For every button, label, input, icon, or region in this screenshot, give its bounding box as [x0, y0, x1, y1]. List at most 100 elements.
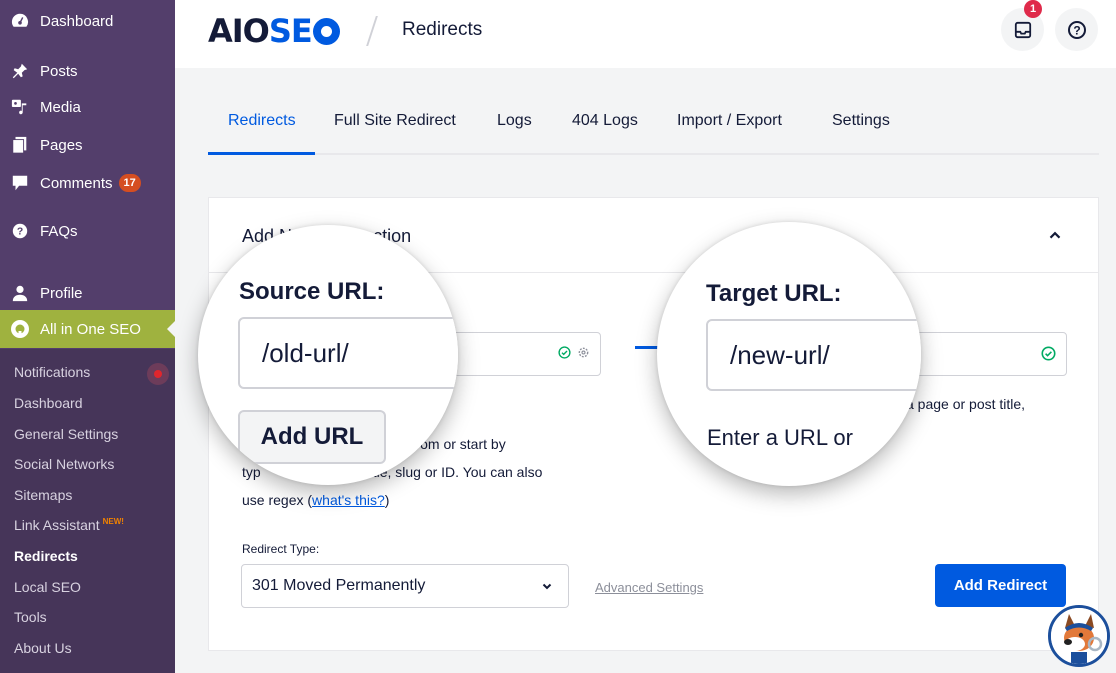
- submenu-item-social-networks[interactable]: Social Networks: [14, 456, 114, 472]
- submenu-item-general-settings[interactable]: General Settings: [14, 426, 118, 442]
- submenu-item-tools[interactable]: Tools: [14, 609, 47, 625]
- dog-mascot-icon: [1051, 608, 1107, 664]
- target-field-icons: [1041, 346, 1056, 361]
- help-text-suffix: ): [384, 492, 390, 508]
- chevron-down-icon: [542, 583, 552, 590]
- aioseo-logo: AIO SE: [208, 12, 340, 50]
- submenu-label: Dashboard: [14, 395, 83, 411]
- redirect-type-select[interactable]: 301 Moved Permanently: [241, 564, 569, 608]
- redirect-type-label: Redirect Type:: [242, 542, 320, 556]
- check-circle-icon: [1041, 346, 1056, 361]
- menu-item-media[interactable]: Media: [0, 92, 175, 122]
- menu-label: Pages: [40, 136, 83, 154]
- comments-count-badge: 17: [118, 174, 141, 192]
- help-icon: ?: [1067, 20, 1086, 39]
- submenu-label: Social Networks: [14, 456, 115, 472]
- user-icon: [10, 283, 30, 303]
- target-url-label: Target URL:: [706, 280, 842, 307]
- help-prefix: typ: [242, 464, 261, 480]
- submenu-item-notifications[interactable]: Notifications: [14, 364, 90, 380]
- target-url-magnified-input[interactable]: /new-url/: [706, 319, 921, 391]
- inbox-badge: 1: [1024, 0, 1042, 18]
- submenu-label: About Us: [14, 640, 72, 656]
- notifications-inbox-button[interactable]: 1: [1001, 0, 1044, 51]
- question-icon: ?: [10, 221, 30, 241]
- menu-label: All in One SEO: [40, 320, 141, 338]
- menu-item-faqs[interactable]: ? FAQs: [0, 216, 175, 246]
- pages-icon: [10, 135, 30, 155]
- menu-item-comments[interactable]: Comments 17: [0, 168, 175, 198]
- submenu-label: Sitemaps: [14, 487, 73, 503]
- target-url-value: /new-url/: [730, 339, 830, 370]
- menu-label: Dashboard: [40, 12, 114, 30]
- target-help-magnified: Enter a URL or: [707, 425, 853, 450]
- header-divider: [366, 16, 378, 46]
- menu-label: Comments: [40, 174, 113, 192]
- add-url-button[interactable]: Add URL: [238, 410, 386, 464]
- submenu-item-about-us[interactable]: About Us: [14, 640, 72, 656]
- submenu-item-link-assistant[interactable]: Link Assistant NEW!: [14, 517, 124, 533]
- redirect-tabs: Redirects Full Site Redirect Logs 404 Lo…: [208, 100, 1099, 155]
- new-tag: NEW!: [102, 517, 124, 526]
- add-redirect-button[interactable]: Add Redirect: [935, 564, 1066, 607]
- submenu-label: Tools: [14, 609, 47, 625]
- notification-indicator: [147, 363, 169, 385]
- gear-icon[interactable]: [577, 346, 590, 359]
- aioseo-icon: [10, 319, 30, 339]
- submenu-label: Link Assistant: [14, 517, 100, 533]
- tab-404-logs[interactable]: 404 Logs: [572, 112, 638, 130]
- select-value: 301 Moved Permanently: [252, 577, 426, 594]
- help-mascot-button[interactable]: [1048, 605, 1110, 667]
- submenu-item-dashboard[interactable]: Dashboard: [14, 395, 83, 411]
- source-magnifier: Source URL: /old-url/ Add URL: [198, 225, 458, 485]
- source-field-icons: [558, 346, 590, 359]
- inbox-icon: [1014, 21, 1031, 38]
- submenu-item-redirects[interactable]: Redirects: [14, 548, 78, 564]
- submenu-item-local-seo[interactable]: Local SEO: [14, 579, 81, 595]
- whats-this-link[interactable]: what's this?: [312, 492, 385, 508]
- active-tab-indicator: [208, 152, 315, 155]
- admin-sidebar: Dashboard Posts Media Pages Comments 17 …: [0, 0, 175, 673]
- svg-text:?: ?: [17, 227, 23, 238]
- comment-icon: [10, 173, 30, 193]
- submenu-label: General Settings: [14, 426, 119, 442]
- dashboard-icon: [10, 11, 30, 31]
- tab-logs[interactable]: Logs: [497, 112, 532, 130]
- source-url-magnified-input[interactable]: /old-url/: [238, 317, 458, 389]
- logo-gear-icon: [312, 17, 340, 45]
- source-help-line-3: use regex (what's this?): [242, 486, 389, 514]
- help-button[interactable]: ?: [1055, 8, 1098, 51]
- menu-label: Profile: [40, 284, 83, 302]
- menu-label: FAQs: [40, 222, 78, 240]
- advanced-settings-link[interactable]: Advanced Settings: [595, 580, 703, 595]
- target-magnifier: Target URL: /new-url/ Enter a URL or: [657, 222, 921, 486]
- page-title: Redirects: [402, 19, 483, 40]
- source-url-label: Source URL:: [239, 278, 385, 305]
- tab-full-site-redirect[interactable]: Full Site Redirect: [334, 112, 456, 130]
- menu-item-posts[interactable]: Posts: [0, 56, 175, 86]
- svg-text:?: ?: [1073, 23, 1080, 37]
- submenu-item-sitemaps[interactable]: Sitemaps: [14, 487, 72, 503]
- notification-dot: [154, 370, 162, 378]
- menu-item-all-in-one-seo[interactable]: All in One SEO: [0, 310, 175, 348]
- page-header: AIO SE Redirects 1 ?: [175, 0, 1116, 68]
- submenu-label: Notifications: [14, 364, 91, 380]
- logo-text-seo: SE: [268, 12, 313, 50]
- tab-settings[interactable]: Settings: [832, 112, 890, 130]
- tab-import-export[interactable]: Import / Export: [677, 112, 782, 130]
- logo-text-aio: AIO: [208, 12, 270, 50]
- check-circle-icon: [558, 346, 571, 359]
- menu-label: Posts: [40, 62, 78, 80]
- media-icon: [10, 97, 30, 117]
- source-url-value: /old-url/: [262, 337, 349, 368]
- chevron-up-icon[interactable]: [1046, 226, 1064, 244]
- pin-icon: [10, 61, 30, 81]
- menu-item-profile[interactable]: Profile: [0, 278, 175, 308]
- submenu-label: Local SEO: [14, 579, 81, 595]
- submenu-label: Redirects: [14, 548, 78, 564]
- tab-redirects[interactable]: Redirects: [228, 112, 296, 130]
- target-help-text: a page or post title,: [906, 396, 1026, 412]
- help-text-line: use regex (: [242, 492, 313, 508]
- menu-item-pages[interactable]: Pages: [0, 130, 175, 160]
- menu-item-dashboard[interactable]: Dashboard: [0, 6, 175, 36]
